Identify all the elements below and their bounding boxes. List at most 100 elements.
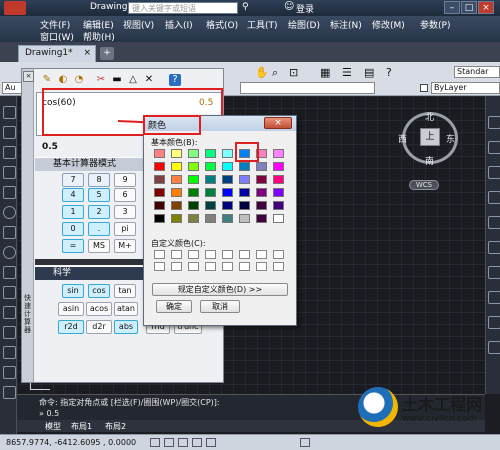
tab-model[interactable]: 模型 xyxy=(45,421,61,432)
color-swatch[interactable] xyxy=(273,214,284,223)
custom-color-slot[interactable] xyxy=(154,262,165,271)
define-custom-colors-button[interactable]: 规定自定义颜色(D) >> xyxy=(152,283,288,296)
key-asin[interactable]: asin xyxy=(58,302,84,316)
zoom-icon[interactable]: ⌕ xyxy=(272,66,278,80)
key-7[interactable]: 7 xyxy=(62,173,84,187)
custom-color-slot[interactable] xyxy=(188,250,199,259)
color-swatch[interactable] xyxy=(222,149,233,158)
color-swatch[interactable] xyxy=(154,175,165,184)
pan-icon[interactable]: ✋ xyxy=(255,66,269,79)
ortho-mode-icon[interactable] xyxy=(178,438,188,447)
intersection-icon[interactable]: △ xyxy=(127,74,139,86)
color-swatch[interactable] xyxy=(239,201,250,210)
key-9[interactable]: 9 xyxy=(114,173,136,187)
help-icon[interactable]: ? xyxy=(386,66,392,79)
arc-tool-icon[interactable] xyxy=(3,186,16,199)
color-swatch[interactable] xyxy=(222,201,233,210)
tab-close-icon[interactable]: × xyxy=(83,48,91,58)
color-swatch[interactable] xyxy=(154,162,165,171)
custom-color-slot[interactable] xyxy=(205,250,216,259)
color-swatch[interactable] xyxy=(222,175,233,184)
custom-color-slot[interactable] xyxy=(256,262,267,271)
copy-tool-icon[interactable] xyxy=(488,141,500,154)
color-swatch[interactable] xyxy=(188,149,199,158)
layers-icon[interactable]: ☰ xyxy=(342,66,352,79)
custom-color-slot[interactable] xyxy=(154,250,165,259)
text-tool-icon[interactable] xyxy=(3,386,16,399)
color-swatch[interactable] xyxy=(171,214,182,223)
new-tab-button[interactable]: + xyxy=(100,47,114,60)
custom-color-slot[interactable] xyxy=(205,262,216,271)
rectangle-tool-icon[interactable] xyxy=(3,166,16,179)
color-swatch[interactable] xyxy=(273,149,284,158)
scale-tool-icon[interactable] xyxy=(488,266,500,279)
osnap-icon[interactable] xyxy=(206,438,216,447)
color-swatch[interactable] xyxy=(205,201,216,210)
menu-view[interactable]: 视图(V) xyxy=(123,18,154,31)
custom-color-slot[interactable] xyxy=(222,262,233,271)
color-swatch[interactable] xyxy=(222,162,233,171)
color-swatch[interactable] xyxy=(154,201,165,210)
minimize-button[interactable]: – xyxy=(444,1,460,14)
key-acos[interactable]: acos xyxy=(86,302,112,316)
key-pi[interactable]: pi xyxy=(114,222,136,236)
tab-layout2[interactable]: 布局2 xyxy=(105,421,126,432)
binoculars-icon[interactable]: ⚲ xyxy=(242,2,249,12)
tab-drawing1[interactable]: Drawing1* × xyxy=(18,45,96,62)
hatch-tool-icon[interactable] xyxy=(3,306,16,319)
key-abs[interactable]: abs xyxy=(114,320,138,334)
compass-south[interactable]: 南 xyxy=(425,154,434,167)
custom-color-slot[interactable] xyxy=(171,262,182,271)
color-swatch[interactable] xyxy=(188,162,199,171)
color-swatch[interactable] xyxy=(273,175,284,184)
trim-tool-icon[interactable] xyxy=(488,291,500,304)
extend-tool-icon[interactable] xyxy=(488,316,500,329)
dialog-close-button[interactable]: × xyxy=(264,117,292,129)
custom-color-slot[interactable] xyxy=(171,250,182,259)
color-swatch[interactable] xyxy=(205,162,216,171)
custom-color-slot[interactable] xyxy=(273,250,284,259)
wcs-menu[interactable]: WCS xyxy=(409,180,439,190)
fillet-tool-icon[interactable] xyxy=(488,341,500,354)
point-tool-icon[interactable] xyxy=(3,286,16,299)
custom-color-slot[interactable] xyxy=(188,262,199,271)
custom-color-slot[interactable] xyxy=(256,250,267,259)
menu-modify[interactable]: 修改(M) xyxy=(372,18,405,31)
search-input[interactable]: 键入关键字或短语 xyxy=(128,2,238,14)
viewcube-top-face[interactable]: 上 xyxy=(420,128,440,146)
polar-mode-icon[interactable] xyxy=(192,438,202,447)
menu-parameters[interactable]: 参数(P) xyxy=(420,18,450,31)
color-swatch[interactable] xyxy=(205,175,216,184)
polyline-tool-icon[interactable] xyxy=(3,126,16,139)
color-swatch[interactable] xyxy=(205,149,216,158)
mirror-tool-icon[interactable] xyxy=(488,166,500,179)
key-1[interactable]: 1 xyxy=(62,205,84,219)
ellipse-tool-icon[interactable] xyxy=(3,246,16,259)
menu-tools[interactable]: 工具(T) xyxy=(247,18,278,31)
key-6[interactable]: 6 xyxy=(114,188,136,202)
key-5[interactable]: 5 xyxy=(88,188,110,202)
key-sin[interactable]: sin xyxy=(62,284,84,298)
move-tool-icon[interactable] xyxy=(488,216,500,229)
key-d2r[interactable]: d2r xyxy=(86,320,112,334)
key-2[interactable]: 2 xyxy=(88,205,110,219)
color-swatch[interactable] xyxy=(205,188,216,197)
color-swatch[interactable] xyxy=(256,175,267,184)
color-swatch[interactable] xyxy=(171,162,182,171)
cancel-button[interactable]: 取消 xyxy=(200,300,240,313)
color-swatch[interactable] xyxy=(171,188,182,197)
color-swatch[interactable] xyxy=(205,214,216,223)
color-swatch[interactable] xyxy=(239,214,250,223)
command-input[interactable]: » 0.5 xyxy=(39,409,339,418)
ok-button[interactable]: 确定 xyxy=(156,300,192,313)
color-swatch[interactable] xyxy=(154,188,165,197)
basic-colors-grid[interactable] xyxy=(154,149,290,229)
key-decimal[interactable]: . xyxy=(88,222,110,236)
key-0[interactable]: 0 xyxy=(62,222,84,236)
model-space-icon[interactable] xyxy=(300,438,310,447)
tab-layout1[interactable]: 布局1 xyxy=(71,421,92,432)
help-icon[interactable]: ? xyxy=(169,74,181,86)
compass-west[interactable]: 西 xyxy=(398,132,407,145)
viewcube[interactable]: 上 北 南 东 西 xyxy=(396,108,466,168)
key-4[interactable]: 4 xyxy=(62,188,84,202)
